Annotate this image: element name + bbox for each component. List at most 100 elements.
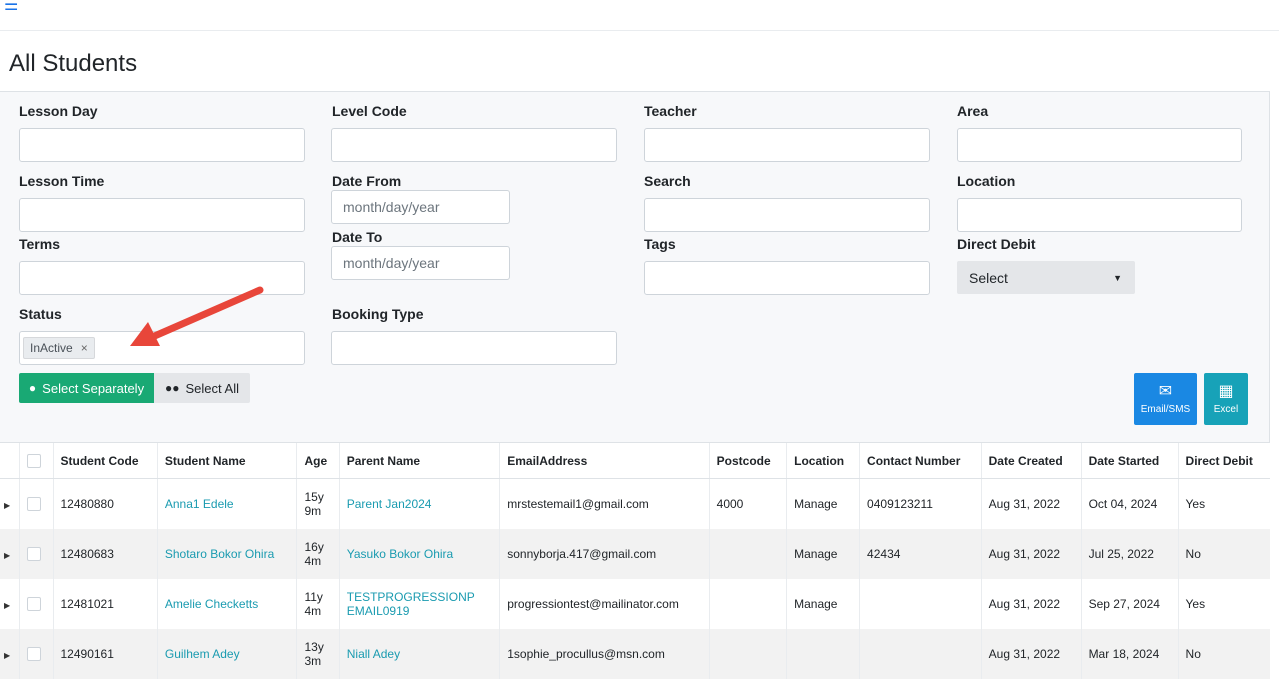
expand-row-icon[interactable]: ▶ bbox=[4, 601, 10, 610]
age-years: 15y bbox=[304, 489, 324, 504]
date-started: Sep 27, 2024 bbox=[1080, 578, 1179, 629]
expand-row-icon[interactable]: ▶ bbox=[4, 651, 10, 660]
contact-number: 42434 bbox=[859, 528, 982, 579]
location bbox=[786, 628, 860, 679]
table-header-row: Student Code Student Name Age Parent Nam… bbox=[0, 442, 1270, 479]
date-to-label: Date To bbox=[332, 229, 383, 245]
expand-row-icon[interactable]: ▶ bbox=[4, 551, 10, 560]
email-sms-button[interactable]: ✉ Email/SMS bbox=[1134, 373, 1197, 425]
date-created: Aug 31, 2022 bbox=[980, 528, 1082, 579]
status-label: Status bbox=[19, 306, 62, 322]
contact-number bbox=[859, 628, 982, 679]
lesson-day-label: Lesson Day bbox=[19, 103, 98, 119]
tags-input[interactable] bbox=[644, 261, 930, 295]
column-header[interactable]: EmailAddress bbox=[499, 442, 710, 479]
status-tag-inactive: InActive × bbox=[23, 337, 95, 359]
student-name-link[interactable]: Guilhem Adey bbox=[165, 647, 240, 661]
parent-name-link[interactable]: Yasuko Bokor Ohira bbox=[347, 547, 454, 561]
students-table: Student Code Student Name Age Parent Nam… bbox=[0, 442, 1270, 679]
column-header[interactable]: Student Name bbox=[156, 442, 297, 479]
email-address: progressiontest@mailinator.com bbox=[499, 578, 710, 629]
terms-label: Terms bbox=[19, 236, 60, 252]
booking-type-input[interactable] bbox=[331, 331, 617, 365]
row-checkbox[interactable] bbox=[26, 596, 41, 611]
teacher-input[interactable] bbox=[644, 128, 930, 162]
select-all-checkbox[interactable] bbox=[26, 453, 41, 468]
direct-debit-select[interactable]: Select ▼ bbox=[957, 261, 1135, 294]
search-input[interactable] bbox=[644, 198, 930, 232]
table-row[interactable]: ▶ 12481021 Amelie Checketts 11y 4m TESTPR… bbox=[0, 578, 1270, 629]
location: Manage bbox=[786, 478, 860, 529]
student-code: 12490161 bbox=[52, 628, 158, 679]
date-from-label: Date From bbox=[332, 173, 402, 189]
email-address: sonnyborja.417@gmail.com bbox=[499, 528, 710, 579]
table-row[interactable]: ▶ 12480683 Shotaro Bokor Ohira 16y 4m Yas… bbox=[0, 528, 1270, 579]
annotation-arrow-icon bbox=[130, 286, 264, 346]
table-row[interactable]: ▶ 12480880 Anna1 Edele 15y 9m Parent Jan2… bbox=[0, 478, 1270, 529]
column-header[interactable]: Location bbox=[786, 442, 860, 479]
hamburger-icon[interactable]: ☰ bbox=[4, 0, 18, 14]
student-name-link[interactable]: Amelie Checketts bbox=[165, 597, 258, 611]
caret-down-icon: ▼ bbox=[1113, 272, 1122, 283]
column-header[interactable]: Direct Debit bbox=[1177, 442, 1270, 479]
email-address: 1sophie_procullus@msn.com bbox=[499, 628, 710, 679]
date-created: Aug 31, 2022 bbox=[980, 628, 1082, 679]
column-header[interactable]: Age bbox=[296, 442, 340, 479]
student-name-link[interactable]: Anna1 Edele bbox=[165, 497, 234, 511]
level-code-input[interactable] bbox=[331, 128, 617, 162]
direct-debit-selected: Select bbox=[969, 269, 1008, 286]
envelope-icon: ✉ bbox=[1158, 383, 1173, 400]
select-separately-label: Select Separately bbox=[42, 380, 145, 396]
column-header[interactable]: Postcode bbox=[708, 442, 787, 479]
parent-name-link[interactable]: Niall Adey bbox=[347, 647, 400, 661]
location: Manage bbox=[786, 528, 860, 579]
parent-name-line1: TESTPROGRESSIONP bbox=[346, 589, 475, 604]
date-from-input[interactable]: month/day/year bbox=[331, 190, 510, 224]
select-separately-button[interactable]: ● Select Separately bbox=[19, 373, 154, 403]
postcode bbox=[708, 578, 787, 629]
parent-name-link[interactable]: TESTPROGRESSIONP EMAIL0919 bbox=[347, 590, 475, 618]
tags-label: Tags bbox=[644, 236, 676, 252]
lesson-time-input[interactable] bbox=[19, 198, 305, 232]
date-to-input[interactable]: month/day/year bbox=[331, 246, 510, 280]
age-years: 13y bbox=[304, 639, 324, 654]
direct-debit: Yes bbox=[1177, 478, 1270, 529]
column-header[interactable]: Date Started bbox=[1080, 442, 1179, 479]
row-checkbox[interactable] bbox=[26, 646, 41, 661]
remove-tag-icon[interactable]: × bbox=[81, 341, 88, 355]
excel-label: Excel bbox=[1213, 404, 1239, 415]
postcode bbox=[708, 628, 787, 679]
column-header[interactable]: Date Created bbox=[980, 442, 1082, 479]
select-column-header bbox=[18, 442, 53, 479]
column-header[interactable]: Parent Name bbox=[338, 442, 500, 479]
age-years: 16y bbox=[304, 539, 324, 554]
table-row[interactable]: ▶ 12490161 Guilhem Adey 13y 3m Niall Adey… bbox=[0, 628, 1270, 679]
location-input[interactable] bbox=[957, 198, 1242, 232]
row-checkbox[interactable] bbox=[26, 497, 41, 512]
direct-debit-label: Direct Debit bbox=[957, 236, 1036, 252]
area-input[interactable] bbox=[957, 128, 1242, 162]
column-header[interactable]: Student Code bbox=[52, 442, 158, 479]
postcode bbox=[708, 528, 787, 579]
parent-name-link[interactable]: Parent Jan2024 bbox=[347, 497, 432, 511]
area-label: Area bbox=[957, 103, 989, 119]
age-years: 11y bbox=[304, 589, 323, 604]
direct-debit: No bbox=[1177, 628, 1270, 679]
contact-number bbox=[859, 578, 982, 629]
excel-button[interactable]: ▦ Excel bbox=[1204, 373, 1248, 425]
student-name-link[interactable]: Shotaro Bokor Ohira bbox=[165, 547, 274, 561]
column-header[interactable]: Contact Number bbox=[859, 442, 982, 479]
lesson-day-input[interactable] bbox=[19, 128, 305, 162]
expand-row-icon[interactable]: ▶ bbox=[4, 501, 10, 510]
row-checkbox[interactable] bbox=[26, 546, 41, 561]
status-tag-label: InActive bbox=[30, 341, 73, 355]
direct-debit: Yes bbox=[1177, 578, 1270, 629]
page-title: All Students bbox=[9, 50, 138, 77]
contact-number: 0409123211 bbox=[859, 478, 982, 529]
direct-debit: No bbox=[1177, 528, 1270, 579]
select-all-button[interactable]: ●● Select All bbox=[154, 373, 250, 403]
date-created: Aug 31, 2022 bbox=[980, 578, 1082, 629]
email-address: mrstestemail1@gmail.com bbox=[499, 478, 710, 529]
select-all-label: Select All bbox=[185, 380, 239, 396]
excel-file-icon: ▦ bbox=[1218, 383, 1234, 400]
